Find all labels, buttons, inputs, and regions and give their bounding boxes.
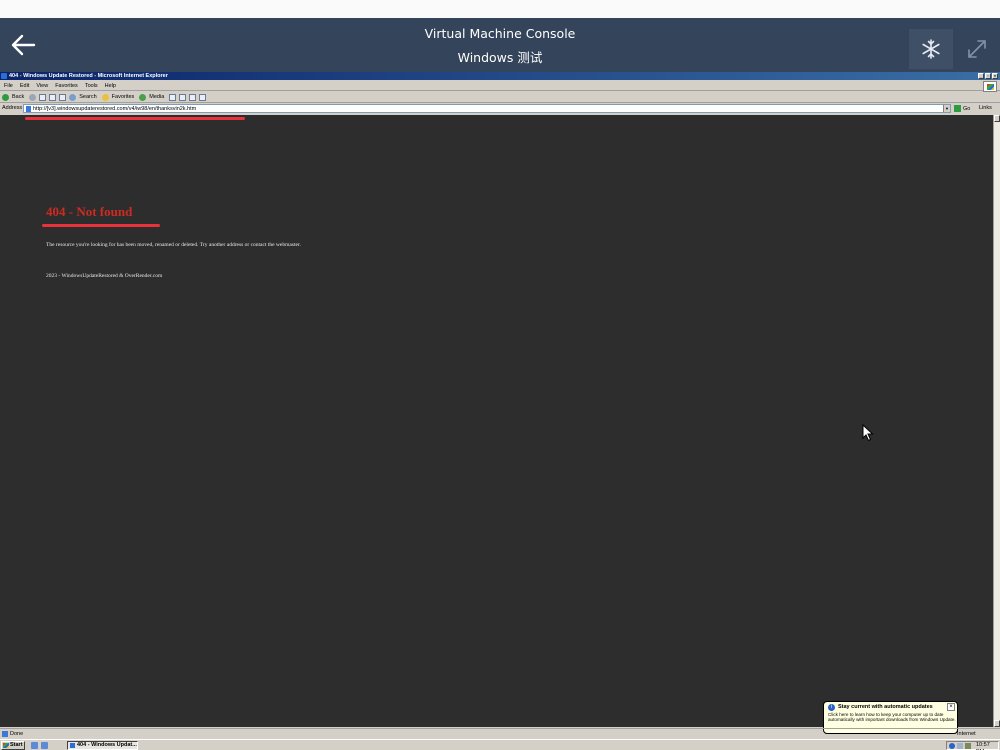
menu-file[interactable]: File — [4, 83, 13, 89]
ie-task-icon — [70, 743, 75, 748]
annotation-underline-address — [25, 117, 245, 120]
windows-flag-icon — [983, 81, 997, 92]
error-heading: 404 - Not found — [46, 204, 133, 219]
menu-favorites[interactable]: Favorites — [55, 83, 78, 89]
system-tray: 10:57 PM — [946, 741, 999, 750]
media-icon[interactable] — [139, 93, 147, 101]
media-label[interactable]: Media — [149, 94, 164, 100]
address-dropdown-icon[interactable]: ▼ — [943, 105, 950, 112]
error-message: The resource you're looking for has been… — [46, 242, 301, 248]
favorites-label[interactable]: Favorites — [112, 94, 135, 100]
maximize-button[interactable]: ▫ — [985, 73, 991, 79]
taskbar-ie-button[interactable]: 404 - Windows Updat... — [67, 741, 138, 750]
info-icon: i — [828, 704, 835, 711]
mail-icon[interactable] — [179, 93, 187, 101]
status-bar: Done Internet — [0, 728, 1000, 738]
history-icon[interactable] — [169, 93, 177, 101]
balloon-body: Click here to learn how to keep your com… — [828, 712, 956, 723]
forward-nav-icon[interactable] — [29, 93, 37, 101]
menu-edit[interactable]: Edit — [20, 83, 29, 89]
start-button[interactable]: Start — [1, 741, 25, 750]
print-icon[interactable] — [189, 93, 197, 101]
back-nav-icon[interactable] — [2, 93, 9, 101]
home-icon[interactable] — [59, 93, 67, 101]
taskbar: Start 404 - Windows Updat... 10:57 PM — [0, 739, 1000, 750]
ie-window-title: 404 - Windows Update Restored - Microsof… — [9, 73, 168, 79]
page-icon — [26, 106, 31, 112]
vertical-scrollbar[interactable] — [993, 115, 1000, 727]
security-zone: Internet — [957, 731, 976, 737]
update-tray-icon[interactable] — [949, 743, 955, 749]
address-input[interactable]: http://[v3].windowsupdaterestored.com/v4… — [23, 104, 951, 113]
address-bar: Address http://[v3].windowsupdaterestore… — [0, 104, 1000, 114]
stop-icon[interactable] — [39, 93, 47, 101]
page-done-icon — [2, 731, 8, 737]
console-title: Virtual Machine Console — [424, 26, 576, 41]
vm-console-screen: Virtual Machine Console Windows 测试 404 -… — [0, 0, 1000, 750]
annotation-underline-heading — [42, 224, 160, 227]
show-desktop-icon[interactable] — [31, 742, 38, 749]
go-button[interactable]: Go — [954, 105, 970, 112]
start-label: Start — [10, 742, 23, 748]
fullscreen-button[interactable] — [955, 29, 999, 69]
scroll-down-icon[interactable] — [994, 720, 1000, 727]
back-arrow-icon — [11, 34, 36, 56]
snowflake-icon — [922, 39, 940, 59]
minimize-button[interactable]: _ — [978, 73, 984, 79]
search-icon[interactable] — [69, 93, 77, 101]
balloon-close-button[interactable]: × — [947, 703, 955, 711]
close-button[interactable]: × — [992, 73, 998, 79]
network-tray-icon[interactable] — [957, 743, 963, 749]
mouse-cursor-icon — [862, 424, 874, 442]
back-button[interactable] — [6, 29, 40, 61]
page-viewport: 404 - Not found The resource you're look… — [0, 115, 993, 727]
status-text: Done — [10, 731, 24, 737]
quicklaunch-ie-icon[interactable] — [41, 742, 48, 749]
ie-toolbar: Back Search Favorites Media — [0, 92, 1000, 103]
edit-icon[interactable] — [199, 93, 207, 101]
address-label: Address — [2, 105, 23, 111]
go-label: Go — [963, 105, 971, 112]
ie-title-bar: 404 - Windows Update Restored - Microsof… — [0, 72, 1000, 80]
address-url: http://[v3].windowsupdaterestored.com/v4… — [33, 106, 197, 112]
start-flag-icon — [3, 743, 9, 748]
back-nav-label[interactable]: Back — [12, 94, 24, 100]
menu-view[interactable]: View — [36, 83, 48, 89]
balloon-title: Stay current with automatic updates — [838, 704, 933, 710]
go-arrow-icon — [954, 105, 961, 112]
menu-help[interactable]: Help — [105, 83, 116, 89]
refresh-icon[interactable] — [49, 93, 57, 101]
console-header: Virtual Machine Console Windows 测试 — [0, 18, 1000, 72]
menu-tools[interactable]: Tools — [85, 83, 98, 89]
links-label[interactable]: Links — [979, 105, 992, 111]
console-subtitle: Windows 测试 — [457, 50, 543, 65]
ie-window: 404 - Windows Update Restored - Microsof… — [0, 72, 1000, 750]
search-label[interactable]: Search — [79, 94, 96, 100]
ie-menu-bar: File Edit View Favorites Tools Help — [0, 81, 1000, 91]
clock: 10:57 PM — [976, 742, 990, 750]
volume-tray-icon[interactable] — [965, 743, 971, 749]
top-strip — [0, 0, 1000, 18]
task-label: 404 - Windows Updat... — [77, 742, 137, 748]
scroll-up-icon[interactable] — [994, 115, 1000, 122]
expand-icon — [968, 40, 986, 58]
send-keys-button[interactable] — [909, 29, 953, 69]
favorites-star-icon[interactable] — [101, 93, 109, 101]
page-footer: 2023 - WindowsUpdateRestored & OverRende… — [46, 273, 163, 279]
ie-logo-icon — [1, 73, 7, 79]
